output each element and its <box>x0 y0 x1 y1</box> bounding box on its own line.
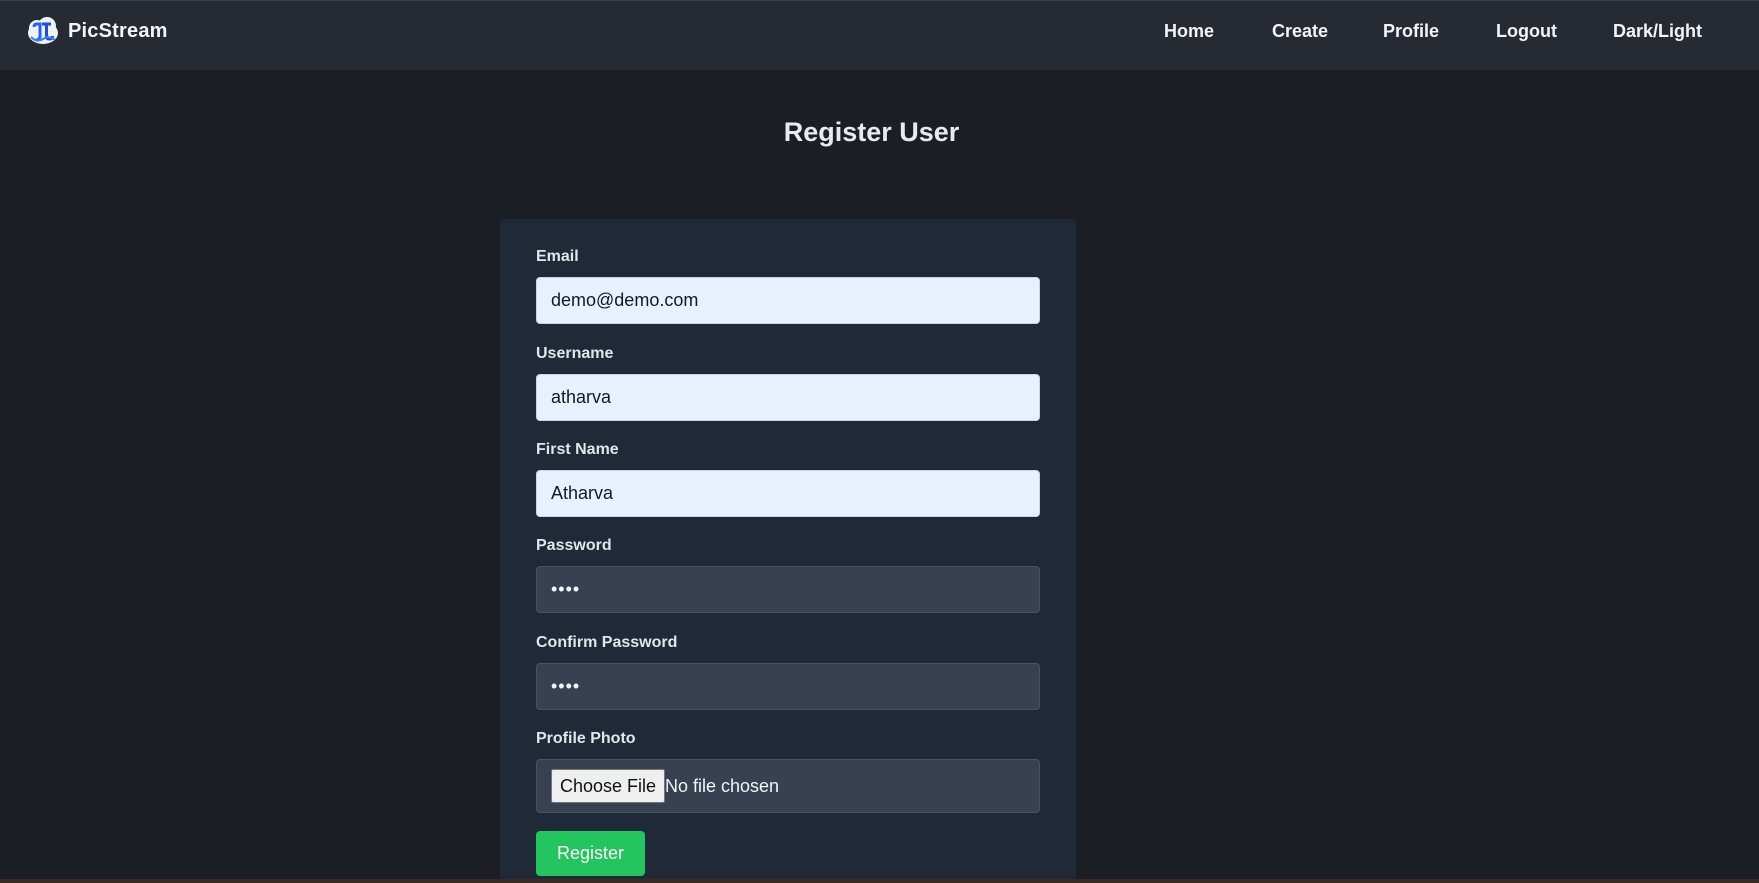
first-name-label: First Name <box>536 441 619 458</box>
bottom-divider <box>0 879 1759 883</box>
brand[interactable]: PicStream <box>26 15 168 47</box>
confirm-password-field[interactable] <box>536 663 1040 710</box>
nav-link-dark-light-toggle[interactable]: Dark/Light <box>1613 21 1702 42</box>
nav-link-profile[interactable]: Profile <box>1383 21 1439 42</box>
navbar: PicStream Home Create Profile Logout Dar… <box>0 0 1759 70</box>
username-label: Username <box>536 345 614 362</box>
confirm-password-label: Confirm Password <box>536 634 678 651</box>
page-title: Register User <box>783 117 960 147</box>
nav-link-logout[interactable]: Logout <box>1496 21 1557 42</box>
first-name-field[interactable] <box>536 470 1040 517</box>
brand-name: PicStream <box>68 19 168 42</box>
profile-photo-label: Profile Photo <box>536 730 636 747</box>
file-status-text: No file chosen <box>665 776 780 796</box>
username-field[interactable] <box>536 374 1040 421</box>
password-field[interactable] <box>536 566 1040 613</box>
profile-photo-file-input[interactable]: Choose File No file chosen <box>536 759 1040 813</box>
email-label: Email <box>536 248 579 265</box>
choose-file-button[interactable]: Choose File <box>551 769 666 803</box>
password-label: Password <box>536 537 612 554</box>
nav-link-home[interactable]: Home <box>1164 21 1214 42</box>
nav-link-create[interactable]: Create <box>1272 21 1328 42</box>
picstream-cloud-logo-icon <box>28 17 58 44</box>
register-button[interactable]: Register <box>536 831 645 876</box>
email-field[interactable] <box>536 277 1040 324</box>
